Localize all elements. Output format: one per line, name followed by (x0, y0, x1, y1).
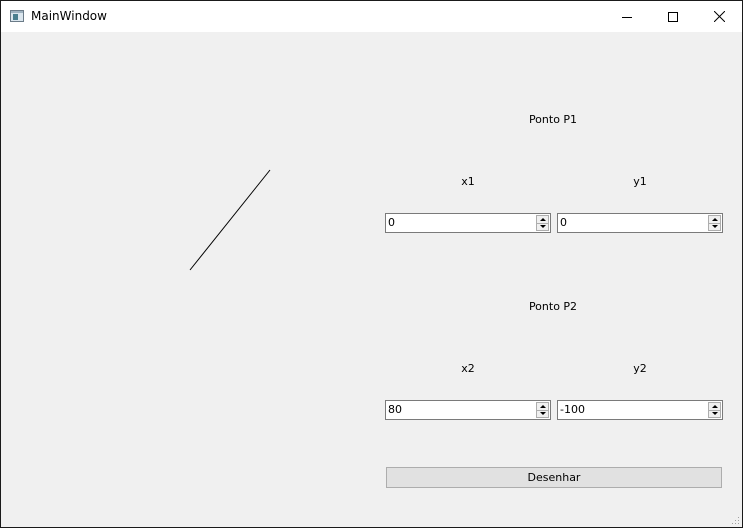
x2-value[interactable]: 80 (388, 403, 402, 416)
arrow-down-icon (539, 412, 546, 415)
x1-value[interactable]: 0 (388, 216, 395, 229)
resize-grip-icon[interactable] (732, 517, 740, 525)
title-bar[interactable]: MainWindow (1, 1, 742, 32)
minimize-icon (622, 16, 632, 18)
drawn-line (189, 169, 271, 271)
x1-label: x1 (461, 175, 475, 188)
y1-spin-arrows[interactable] (708, 215, 721, 231)
p2-heading: Ponto P2 (528, 300, 578, 313)
y2-step-down-button[interactable] (709, 410, 720, 417)
arrow-down-icon (539, 225, 546, 228)
maximize-icon (668, 11, 678, 22)
y1-step-down-button[interactable] (709, 223, 720, 230)
x1-spinbox[interactable]: 0 (385, 213, 551, 233)
x1-spin-arrows[interactable] (536, 215, 549, 231)
x2-spin-arrows[interactable] (536, 402, 549, 418)
x2-label: x2 (461, 362, 475, 375)
arrow-down-icon (711, 412, 718, 415)
window-title: MainWindow (31, 9, 107, 23)
minimize-button[interactable] (604, 1, 650, 32)
app-window-icon (10, 10, 24, 22)
y2-label: y2 (633, 362, 647, 375)
arrow-up-icon (711, 218, 718, 221)
main-window: MainWindow Ponto P1 x1 y1 0 0 Ponto P2 x… (0, 0, 743, 528)
y2-spinbox[interactable]: -100 (557, 400, 723, 420)
x2-step-down-button[interactable] (537, 410, 548, 417)
x1-step-down-button[interactable] (537, 223, 548, 230)
arrow-up-icon (539, 218, 546, 221)
x2-spinbox[interactable]: 80 (385, 400, 551, 420)
y1-spinbox[interactable]: 0 (557, 213, 723, 233)
close-button[interactable] (696, 1, 742, 32)
y2-spin-arrows[interactable] (708, 402, 721, 418)
y2-value[interactable]: -100 (560, 403, 585, 416)
arrow-down-icon (711, 225, 718, 228)
y1-value[interactable]: 0 (560, 216, 567, 229)
close-icon (713, 11, 725, 22)
p1-heading: Ponto P1 (528, 113, 578, 126)
drawing-canvas (189, 169, 271, 271)
maximize-button[interactable] (650, 1, 696, 32)
arrow-up-icon (711, 405, 718, 408)
arrow-up-icon (539, 405, 546, 408)
draw-button[interactable]: Desenhar (386, 467, 722, 488)
y1-label: y1 (633, 175, 647, 188)
